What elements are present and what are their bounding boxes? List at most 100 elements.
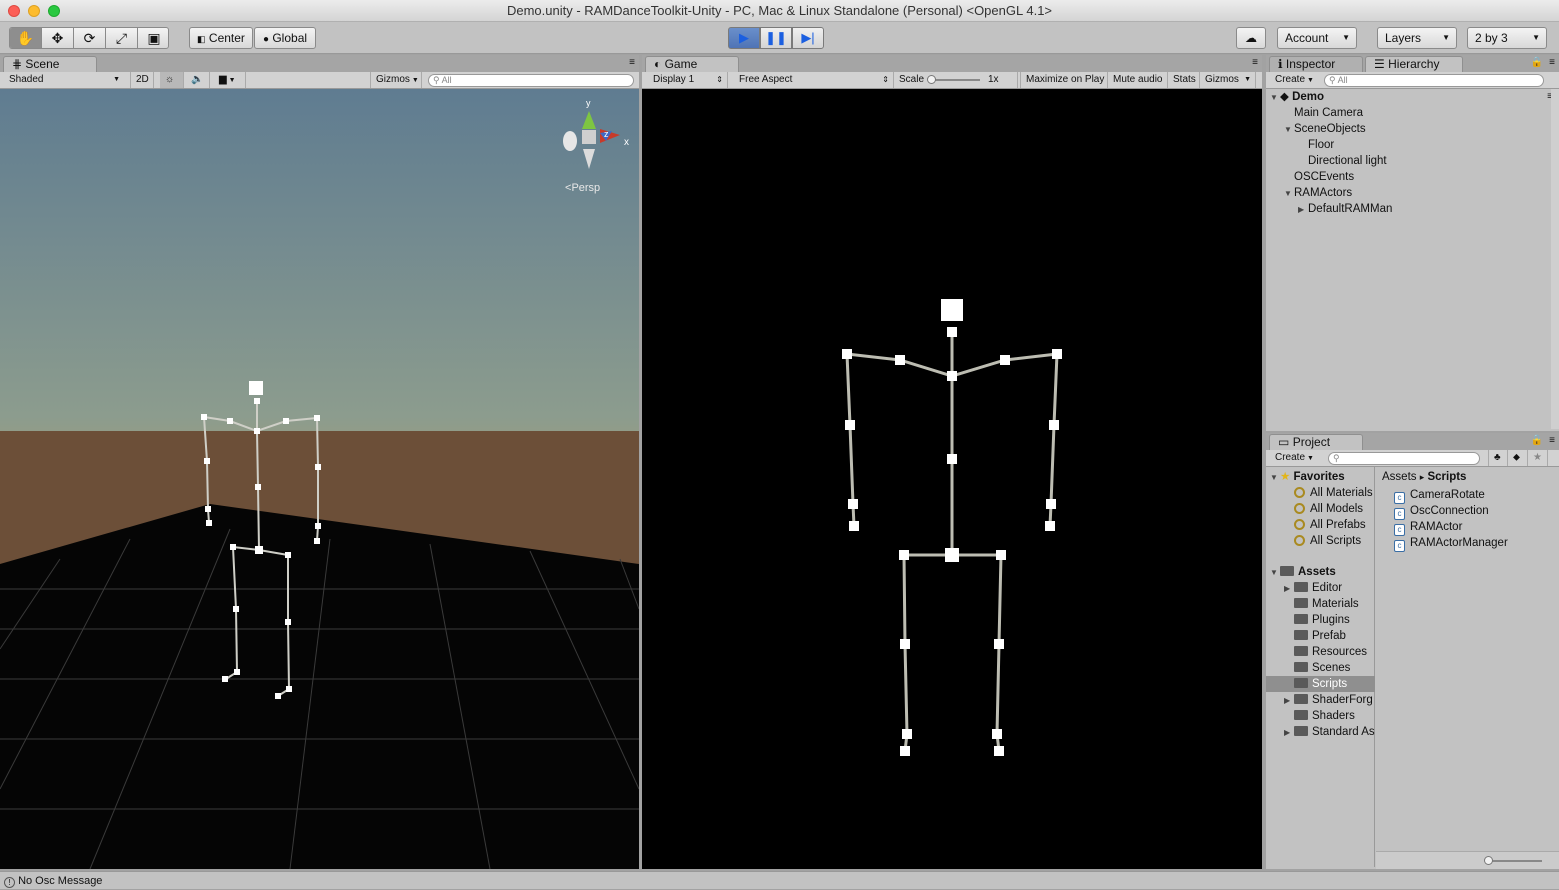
display-dropdown[interactable]: Display 1 ⇕ — [648, 72, 728, 88]
collapse-arrow-icon[interactable]: ▶ — [1284, 725, 1294, 740]
favorite-item[interactable]: All Models — [1294, 501, 1363, 517]
account-dropdown[interactable]: Account ▼ — [1277, 27, 1357, 49]
asset-folder[interactable]: ▶ Editor — [1266, 580, 1375, 596]
breadcrumb-root[interactable]: Assets — [1382, 471, 1417, 483]
tab-hierarchy[interactable]: ☰ Hierarchy — [1365, 56, 1463, 72]
mute-audio-toggle[interactable]: Mute audio — [1108, 72, 1168, 88]
scale-slider-thumb[interactable] — [927, 75, 936, 84]
game-gizmos-label: Gizmos — [1205, 74, 1239, 85]
favorite-button[interactable]: ★ — [1528, 450, 1548, 466]
hierarchy-item[interactable]: Directional light — [1298, 153, 1387, 169]
lock-icon[interactable]: 🔒 — [1531, 435, 1543, 446]
favorites-row[interactable]: ▼ ★ Favorites — [1270, 469, 1345, 485]
collapse-arrow-icon[interactable]: ▶ — [1298, 202, 1308, 218]
gizmo-neg-x-cone-icon[interactable] — [563, 131, 577, 151]
tab-project[interactable]: ▭ Project — [1269, 434, 1363, 450]
expand-arrow-icon[interactable]: ▼ — [1284, 186, 1294, 202]
icon-size-slider-track[interactable] — [1488, 860, 1542, 862]
game-gizmos-dropdown[interactable]: Gizmos ▼ — [1200, 72, 1256, 88]
hierarchy-item[interactable]: OSCEvents — [1284, 169, 1354, 185]
scene-search-input[interactable]: ⚲ All — [428, 74, 634, 87]
panel-menu-icon[interactable]: ≡ — [1549, 435, 1555, 446]
pause-button[interactable]: ❚❚ — [760, 27, 792, 49]
lock-icon[interactable]: 🔒 — [1531, 57, 1543, 68]
hierarchy-search-input[interactable]: ⚲ All — [1324, 74, 1544, 87]
tab-game[interactable]: ◐ Game — [645, 56, 739, 72]
game-viewport[interactable] — [642, 89, 1262, 869]
favorite-item[interactable]: All Scripts — [1294, 533, 1361, 549]
collapse-arrow-icon[interactable]: ▶ — [1284, 693, 1294, 708]
assets-row[interactable]: ▼ Assets — [1270, 564, 1336, 580]
hierarchy-tree: ▼◆ Demo ≡ Main Camera▼SceneObjectsFloorD… — [1270, 89, 1555, 429]
expand-arrow-icon[interactable]: ▼ — [1270, 565, 1280, 581]
expand-arrow-icon[interactable]: ▼ — [1270, 90, 1280, 106]
create-label: Create — [1275, 74, 1306, 85]
scale-tool-icon[interactable]: ⤢ — [106, 28, 138, 48]
project-search-input[interactable]: ⚲ — [1328, 452, 1480, 465]
hand-tool-icon[interactable]: ✋ — [10, 28, 42, 48]
expand-arrow-icon[interactable]: ▼ — [1270, 470, 1280, 486]
hierarchy-item[interactable]: Floor — [1298, 137, 1334, 153]
project-create-dropdown[interactable]: Create ▼ — [1270, 450, 1318, 466]
hierarchy-item[interactable]: ▶ DefaultRAMMan — [1298, 201, 1392, 217]
shading-mode-dropdown[interactable]: Shaded ▼ — [4, 72, 124, 88]
tab-scene[interactable]: ⋕ Scene — [3, 56, 97, 72]
favorite-item[interactable]: All Materials — [1294, 485, 1373, 501]
asset-folder[interactable]: Scripts — [1266, 676, 1375, 692]
hierarchy-item[interactable]: Main Camera — [1284, 105, 1363, 121]
step-button[interactable]: ▶| — [792, 27, 824, 49]
hierarchy-item[interactable]: ▼ RAMActors — [1284, 185, 1352, 201]
asset-folder[interactable]: Materials — [1266, 596, 1375, 612]
script-asset[interactable]: c RAMActor — [1394, 519, 1462, 536]
panel-menu-icon[interactable]: ≡ — [1549, 57, 1555, 68]
projection-toggle[interactable]: <Persp — [565, 182, 600, 194]
layers-dropdown[interactable]: Layers ▼ — [1377, 27, 1457, 49]
expand-arrow-icon[interactable]: ▼ — [1284, 122, 1294, 138]
scene-root-row[interactable]: ▼◆ Demo ≡ — [1270, 89, 1555, 105]
script-asset[interactable]: c OscConnection — [1394, 503, 1489, 520]
audio-toggle[interactable]: 🔈 — [186, 72, 210, 88]
pivot-global-button[interactable]: ● Global — [254, 27, 316, 49]
maximize-on-play-toggle[interactable]: Maximize on Play — [1020, 72, 1108, 88]
layout-dropdown[interactable]: 2 by 3 ▼ — [1467, 27, 1547, 49]
rotate-tool-icon[interactable]: ⟳ — [74, 28, 106, 48]
panel-menu-icon[interactable]: ≡ — [629, 57, 635, 68]
asset-folder[interactable]: Shaders — [1266, 708, 1375, 724]
aspect-dropdown[interactable]: Free Aspect ⇕ — [734, 72, 894, 88]
global-label: Global — [272, 31, 308, 45]
lighting-toggle[interactable]: ☼ — [160, 72, 184, 88]
asset-folder[interactable]: Plugins — [1266, 612, 1375, 628]
favorite-item[interactable]: All Prefabs — [1294, 517, 1366, 533]
minimize-window-button[interactable] — [28, 5, 40, 17]
asset-folder[interactable]: ▶ Standard As — [1266, 724, 1375, 740]
gizmos-dropdown[interactable]: Gizmos ▼ — [370, 72, 422, 88]
pivot-center-button[interactable]: ◧ Center — [189, 27, 253, 49]
hierarchy-item[interactable]: ▼ SceneObjects — [1284, 121, 1366, 137]
hierarchy-create-dropdown[interactable]: Create ▼ — [1270, 72, 1318, 88]
asset-folder[interactable]: ▶ ShaderForg — [1266, 692, 1375, 708]
filter-label-button[interactable]: ⬥ — [1508, 450, 1528, 466]
zoom-window-button[interactable] — [48, 5, 60, 17]
panel-menu-icon[interactable]: ≡ — [1252, 57, 1258, 68]
tab-inspector[interactable]: ℹ Inspector — [1269, 56, 1363, 72]
scene-viewport[interactable]: y x z <Persp — [0, 89, 639, 869]
gizmo-center-cube-icon[interactable] — [582, 130, 596, 144]
script-asset[interactable]: c RAMActorManager — [1394, 535, 1508, 552]
stats-toggle[interactable]: Stats — [1168, 72, 1200, 88]
filter-type-button[interactable]: ♣ — [1488, 450, 1508, 466]
asset-folder[interactable]: Prefab — [1266, 628, 1375, 644]
hierarchy-scrollbar[interactable] — [1551, 89, 1559, 429]
move-tool-icon[interactable]: ✥ — [42, 28, 74, 48]
icon-size-slider-thumb[interactable] — [1484, 856, 1493, 865]
asset-folder[interactable]: Resources — [1266, 644, 1375, 660]
hierarchy-item-label: OSCEvents — [1294, 171, 1355, 183]
cloud-button[interactable]: ☁ — [1236, 27, 1266, 49]
effects-dropdown[interactable]: ▆ ▼ — [214, 72, 246, 88]
close-window-button[interactable] — [8, 5, 20, 17]
rect-tool-icon[interactable]: ▣ — [138, 28, 170, 48]
2d-toggle[interactable]: 2D — [130, 72, 154, 88]
collapse-arrow-icon[interactable]: ▶ — [1284, 581, 1294, 596]
play-button[interactable]: ▶ — [728, 27, 760, 49]
asset-folder[interactable]: Scenes — [1266, 660, 1375, 676]
script-asset[interactable]: c CameraRotate — [1394, 487, 1485, 504]
